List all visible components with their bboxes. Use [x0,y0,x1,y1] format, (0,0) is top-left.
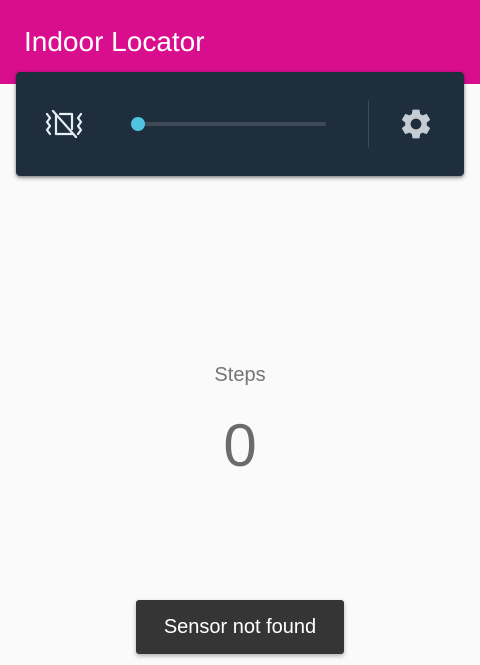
sensitivity-slider[interactable] [130,110,326,138]
vibration-off-icon [45,109,83,139]
toast: Sensor not found [136,600,344,654]
control-card [16,72,464,176]
slider-track [138,122,326,126]
toast-message: Sensor not found [163,615,317,638]
steps-count: 0 [223,412,257,479]
card-divider [368,100,369,148]
settings-button[interactable] [396,104,436,144]
vibration-toggle-button[interactable] [42,104,86,144]
steps-label: Steps [214,364,266,386]
app-title: Indoor Locator [24,26,205,57]
gear-icon [401,109,431,139]
slider-thumb[interactable] [131,117,145,131]
